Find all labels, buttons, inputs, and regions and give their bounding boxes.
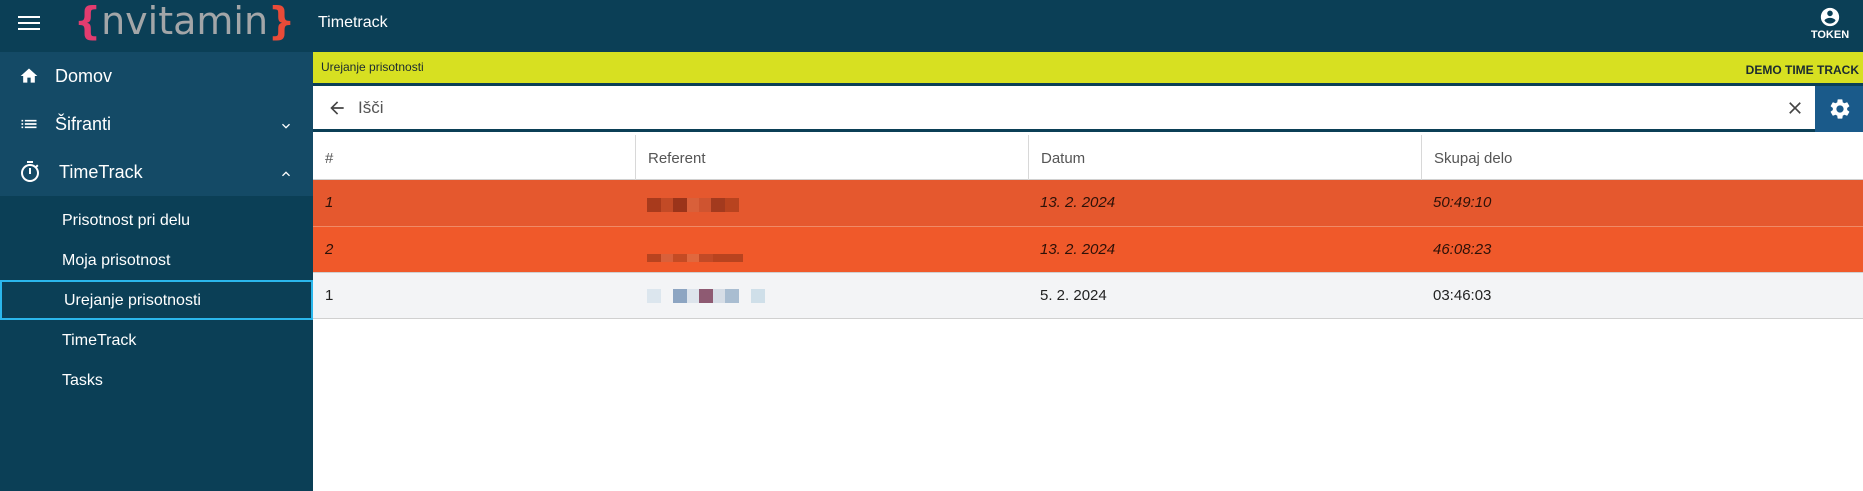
cell-number: 1 [325, 194, 334, 211]
logo-text: nvitamin [101, 0, 269, 43]
sidebar-item-domov[interactable]: Domov [0, 52, 313, 100]
list-icon [21, 119, 37, 129]
close-icon[interactable] [1785, 98, 1805, 118]
page-title: Urejanje prisotnosti [321, 60, 424, 74]
table-row[interactable]: 2 13. 2. 2024 46:08:23 [313, 226, 1863, 272]
timer-icon [21, 161, 39, 182]
sidebar-item-timetrack[interactable]: TimeTrack [0, 148, 313, 196]
sidebar-item-label: Šifranti [55, 114, 112, 134]
cell-referent-redacted [635, 273, 765, 319]
chevron-up-icon [282, 171, 290, 177]
account-circle-icon [1820, 7, 1840, 27]
gear-icon [1830, 99, 1850, 119]
cell-referent-redacted [635, 180, 739, 226]
column-header-datum[interactable]: Datum [1028, 135, 1421, 180]
sidebar-subitem-timetrack[interactable]: TimeTrack [0, 320, 313, 360]
home-icon [20, 68, 38, 83]
sidebar-subitem-moja-prisotnost[interactable]: Moja prisotnost [0, 240, 313, 280]
search-input[interactable] [358, 94, 1788, 122]
cell-datum: 5. 2. 2024 [1040, 287, 1107, 304]
sidebar-item-sifranti[interactable]: Šifranti [0, 100, 313, 148]
search-bar [313, 86, 1863, 132]
app-logo: {nvitamin} [74, 0, 296, 43]
cell-datum: 13. 2. 2024 [1040, 241, 1116, 258]
attendance-table: # Referent Datum Skupaj delo 1 13. 2. 20… [313, 135, 1863, 319]
cell-datum: 13. 2. 2024 [1040, 194, 1116, 211]
page-banner: Urejanje prisotnosti DEMO TIME TRACK [313, 52, 1863, 86]
cell-skupaj-delo: 46:08:23 [1433, 241, 1492, 258]
cell-number: 1 [325, 287, 334, 304]
sidebar: Domov Šifranti TimeTrack Prisotnost pri … [0, 52, 313, 491]
cell-skupaj-delo: 03:46:03 [1433, 287, 1492, 304]
sidebar-subitem-label: Urejanje prisotnosti [64, 292, 201, 309]
column-header-number[interactable]: # [313, 135, 635, 180]
table-row[interactable]: 1 13. 2. 2024 50:49:10 [313, 180, 1863, 226]
cell-number: 2 [325, 241, 334, 258]
table-header: # Referent Datum Skupaj delo [313, 135, 1863, 180]
chevron-down-icon [282, 123, 290, 129]
company-name: DEMO TIME TRACK [1745, 63, 1859, 77]
main-content: Urejanje prisotnosti DEMO TIME TRACK # R… [313, 52, 1863, 491]
table-row[interactable]: 1 5. 2. 2024 03:46:03 [313, 272, 1863, 319]
top-app-bar: {nvitamin} Timetrack TOKEN [0, 0, 1863, 52]
settings-button[interactable] [1815, 86, 1863, 132]
hamburger-menu-icon[interactable] [18, 13, 40, 31]
account-label: TOKEN [1810, 29, 1850, 41]
sidebar-subitem-label: Tasks [62, 372, 103, 389]
account-button[interactable]: TOKEN [1808, 6, 1852, 41]
app-title: Timetrack [318, 14, 388, 31]
cell-skupaj-delo: 50:49:10 [1433, 194, 1492, 211]
sidebar-subitem-prisotnost-pri-delu[interactable]: Prisotnost pri delu [0, 200, 313, 240]
sidebar-subitem-label: TimeTrack [62, 332, 137, 349]
arrow-back-icon[interactable] [327, 98, 347, 118]
sidebar-subitem-label: Prisotnost pri delu [62, 212, 191, 229]
sidebar-item-label: TimeTrack [59, 162, 143, 182]
sidebar-item-label: Domov [55, 66, 113, 86]
sidebar-subitem-label: Moja prisotnost [62, 252, 171, 269]
sidebar-subitem-urejanje-prisotnosti[interactable]: Urejanje prisotnosti [0, 280, 313, 320]
column-header-skupaj-delo[interactable]: Skupaj delo [1421, 135, 1863, 180]
column-header-referent[interactable]: Referent [635, 135, 1028, 180]
cell-referent-redacted [635, 227, 743, 273]
sidebar-subitem-tasks[interactable]: Tasks [0, 360, 313, 400]
